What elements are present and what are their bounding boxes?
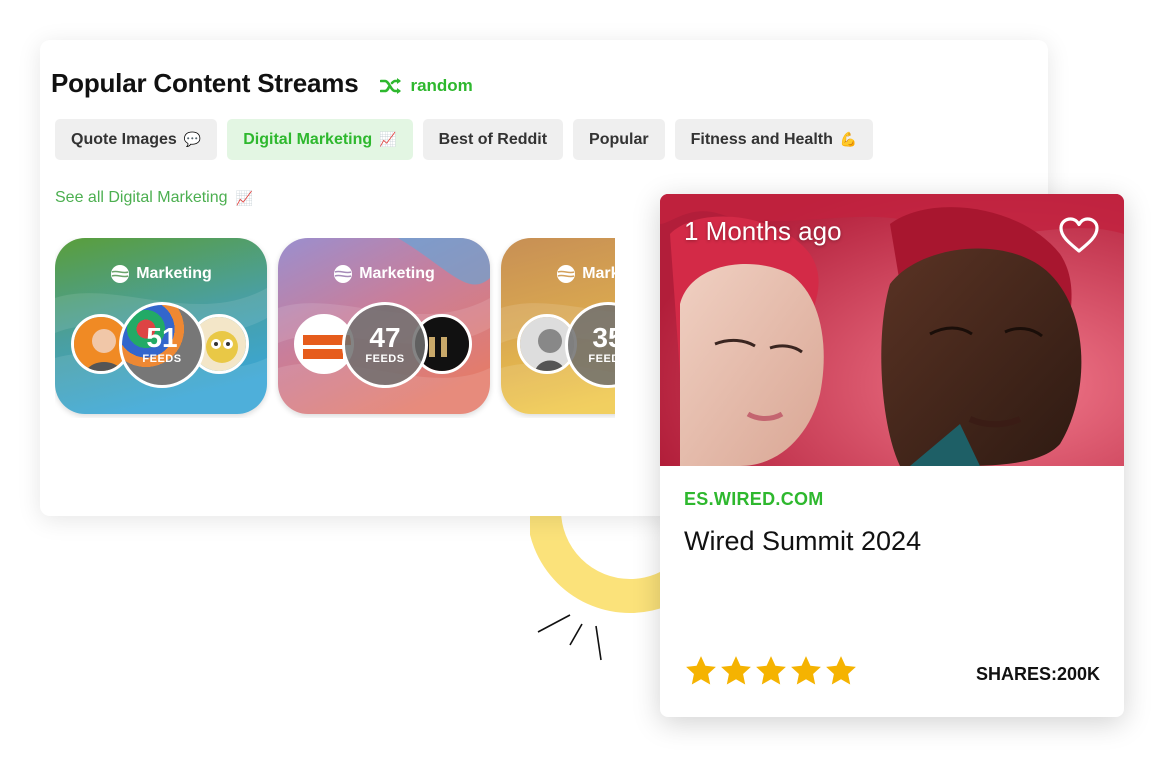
star-icon [721, 656, 751, 685]
star-icon [686, 656, 716, 685]
star-icon [756, 656, 786, 685]
stream-cards-row: Marketing 51 FEEDS Marketing 47 FEEDS Ma… [55, 238, 615, 418]
globe-icon [111, 265, 130, 283]
tab-best-of-reddit[interactable]: Best of Reddit [422, 119, 564, 160]
tab-digital-marketing[interactable]: Digital Marketing 📈 [227, 119, 413, 160]
stream-label: Marketing [501, 264, 615, 284]
time-ago: 1 Months ago [684, 216, 842, 246]
stream-label: Marketing [278, 264, 490, 284]
stream-label: Marketing [55, 264, 267, 284]
page-title: Popular Content Streams [51, 68, 359, 98]
article-image: 1 Months ago [660, 194, 1124, 466]
stream-card-marketing-2[interactable]: Marketing 47 FEEDS [278, 238, 490, 414]
see-all-label: See all Digital Marketing [55, 189, 228, 206]
star-icon [826, 656, 856, 685]
globe-icon [334, 265, 353, 283]
see-all-link[interactable]: See all Digital Marketing 📈 [55, 189, 253, 207]
tab-label: Quote Images [71, 130, 177, 148]
tab-label: Digital Marketing [243, 130, 373, 148]
tab-label: Fitness and Health [690, 130, 833, 148]
tab-label: Popular [589, 130, 649, 148]
tab-popular[interactable]: Popular [573, 119, 665, 160]
tab-fitness-and-health[interactable]: Fitness and Health 💪 [674, 119, 874, 160]
tab-quote-images[interactable]: Quote Images 💬 [55, 119, 218, 160]
panel-header: Popular Content Streams random [51, 68, 473, 99]
feed-count-badge: 51 FEEDS [119, 302, 205, 388]
star-rating [684, 654, 858, 688]
stream-card-marketing-3[interactable]: Marketing 35 FEEDS [501, 238, 615, 414]
article-headline[interactable]: Wired Summit 2024 [684, 526, 921, 557]
speech-bubble-icon: 💬 [183, 131, 202, 147]
article-card[interactable]: 1 Months ago ES.WIRED.COM Wired Summit 2… [660, 194, 1124, 717]
share-count: SHARES:200K [975, 664, 1100, 684]
stream-card-marketing-1[interactable]: Marketing 51 FEEDS [55, 238, 267, 414]
globe-icon [557, 265, 576, 283]
feed-count-badge: 47 FEEDS [342, 302, 428, 388]
chart-up-icon: 📈 [379, 131, 397, 147]
star-icon [791, 656, 821, 685]
shuffle-icon [380, 77, 402, 94]
category-tabs: Quote Images 💬 Digital Marketing 📈 Best … [55, 119, 874, 160]
random-label: random [410, 75, 473, 95]
heart-icon[interactable] [1058, 216, 1100, 254]
article-source[interactable]: ES.WIRED.COM [684, 489, 824, 510]
chart-up-icon: 📈 [235, 189, 253, 206]
tab-label: Best of Reddit [438, 130, 548, 148]
random-button[interactable]: random [380, 75, 473, 96]
flexed-bicep-icon: 💪 [839, 131, 858, 147]
